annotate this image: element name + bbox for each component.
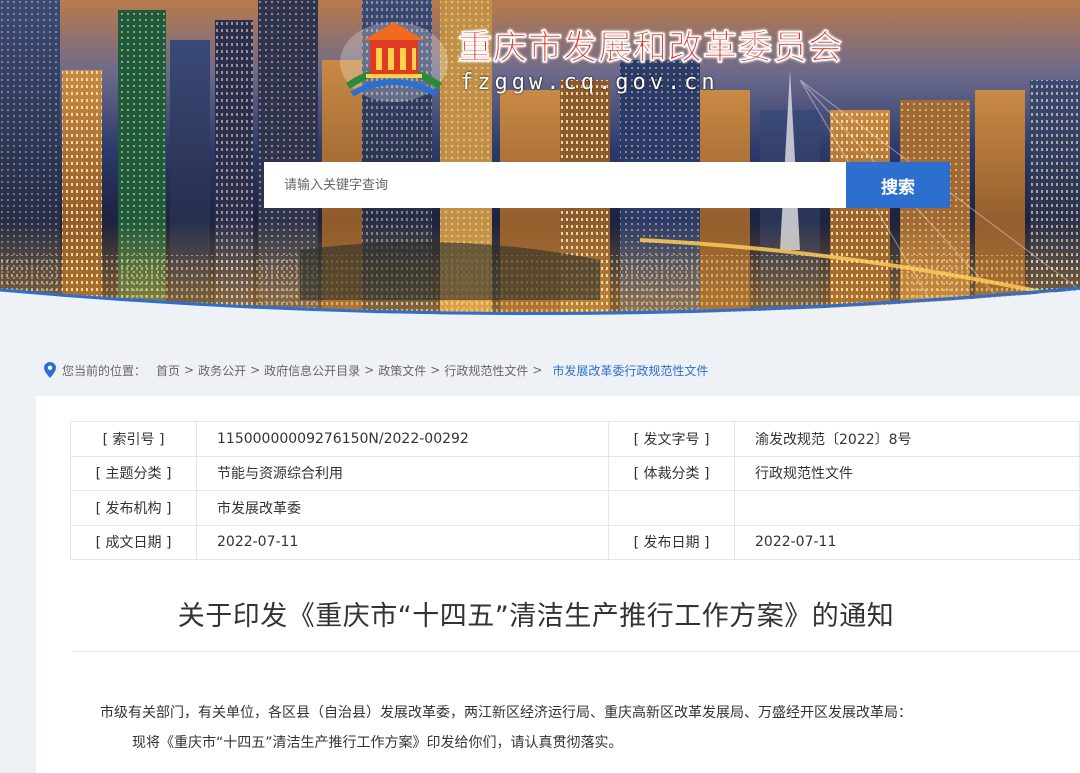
breadcrumb-separator: >: [532, 363, 543, 377]
breadcrumb-prefix: 您当前的位置：: [62, 363, 147, 378]
breadcrumb-item-public-affairs[interactable]: 政务公开: [198, 362, 246, 379]
table-row: [ 发布机构 ] 市发展改革委: [70, 490, 1080, 526]
commission-logo-icon: [340, 22, 448, 102]
banner-wave-divider: [0, 286, 1080, 330]
meta-value-index-no: 11500000009276150N/2022-00292: [196, 421, 609, 457]
meta-value-publisher: 市发展改革委: [196, 490, 609, 526]
document-title: 关于印发《重庆市“十四五”清洁生产推行工作方案》的通知: [177, 601, 895, 632]
content-panel: [ 索引号 ] 11500000009276150N/2022-00292 [ …: [36, 396, 1080, 773]
document-meta-table: [ 索引号 ] 11500000009276150N/2022-00292 [ …: [70, 421, 1080, 560]
breadcrumb-item-info-catalog[interactable]: 政府信息公开目录: [264, 362, 360, 379]
meta-label-doc-no: [ 发文字号 ]: [608, 421, 735, 457]
site-domain: fzggw.cq.gov.cn: [460, 70, 719, 95]
meta-value-publish-date: 2022-07-11: [734, 524, 1080, 560]
meta-value-written-date: 2022-07-11: [196, 524, 609, 560]
table-row: [ 索引号 ] 11500000009276150N/2022-00292 [ …: [70, 421, 1080, 457]
document-body-paragraph: 现将《重庆市“十四五”清洁生产推行工作方案》印发给你们，请认真贯彻落实。: [132, 735, 623, 751]
breadcrumb-item-policy-docs[interactable]: 政策文件: [378, 362, 426, 379]
meta-label-empty: [608, 490, 735, 526]
meta-label-written-date: [ 成文日期 ]: [70, 524, 197, 560]
location-pin-icon: [44, 362, 56, 378]
breadcrumb-separator: >: [250, 363, 261, 377]
breadcrumb: 您当前的位置： 首页 > 政务公开 > 政府信息公开目录 > 政策文件 > 行政…: [44, 360, 708, 380]
table-row: [ 成文日期 ] 2022-07-11 [ 发布日期 ] 2022-07-11: [70, 524, 1080, 560]
meta-label-topic: [ 主题分类 ]: [70, 455, 197, 491]
search-button[interactable]: 搜索: [846, 162, 950, 208]
site-title: 重庆市发展和改革委员会: [458, 28, 843, 69]
meta-value-genre: 行政规范性文件: [734, 455, 1080, 491]
header-banner: 重庆市发展和改革委员会 fzggw.cq.gov.cn 搜索: [0, 0, 1080, 330]
meta-label-genre: [ 体裁分类 ]: [608, 455, 735, 491]
title-divider: [72, 651, 1080, 652]
breadcrumb-separator: >: [364, 363, 375, 377]
meta-label-publisher: [ 发布机构 ]: [70, 490, 197, 526]
breadcrumb-item-home[interactable]: 首页: [156, 362, 180, 379]
meta-label-publish-date: [ 发布日期 ]: [608, 524, 735, 560]
meta-value-topic: 节能与资源综合利用: [196, 455, 609, 491]
breadcrumb-current[interactable]: 市发展改革委行政规范性文件: [552, 362, 708, 379]
table-row: [ 主题分类 ] 节能与资源综合利用 [ 体裁分类 ] 行政规范性文件: [70, 455, 1080, 491]
meta-value-doc-no: 渝发改规范〔2022〕8号: [734, 421, 1080, 457]
breadcrumb-separator: >: [430, 363, 441, 377]
document-salutation: 市级有关部门，有关单位，各区县（自治县）发展改革委，两江新区经济运行局、重庆高新…: [100, 705, 912, 721]
meta-label-index-no: [ 索引号 ]: [70, 421, 197, 457]
search-input[interactable]: [264, 162, 846, 208]
breadcrumb-item-normative-docs[interactable]: 行政规范性文件: [444, 362, 528, 379]
breadcrumb-separator: >: [184, 363, 195, 377]
meta-value-empty: [734, 490, 1080, 526]
